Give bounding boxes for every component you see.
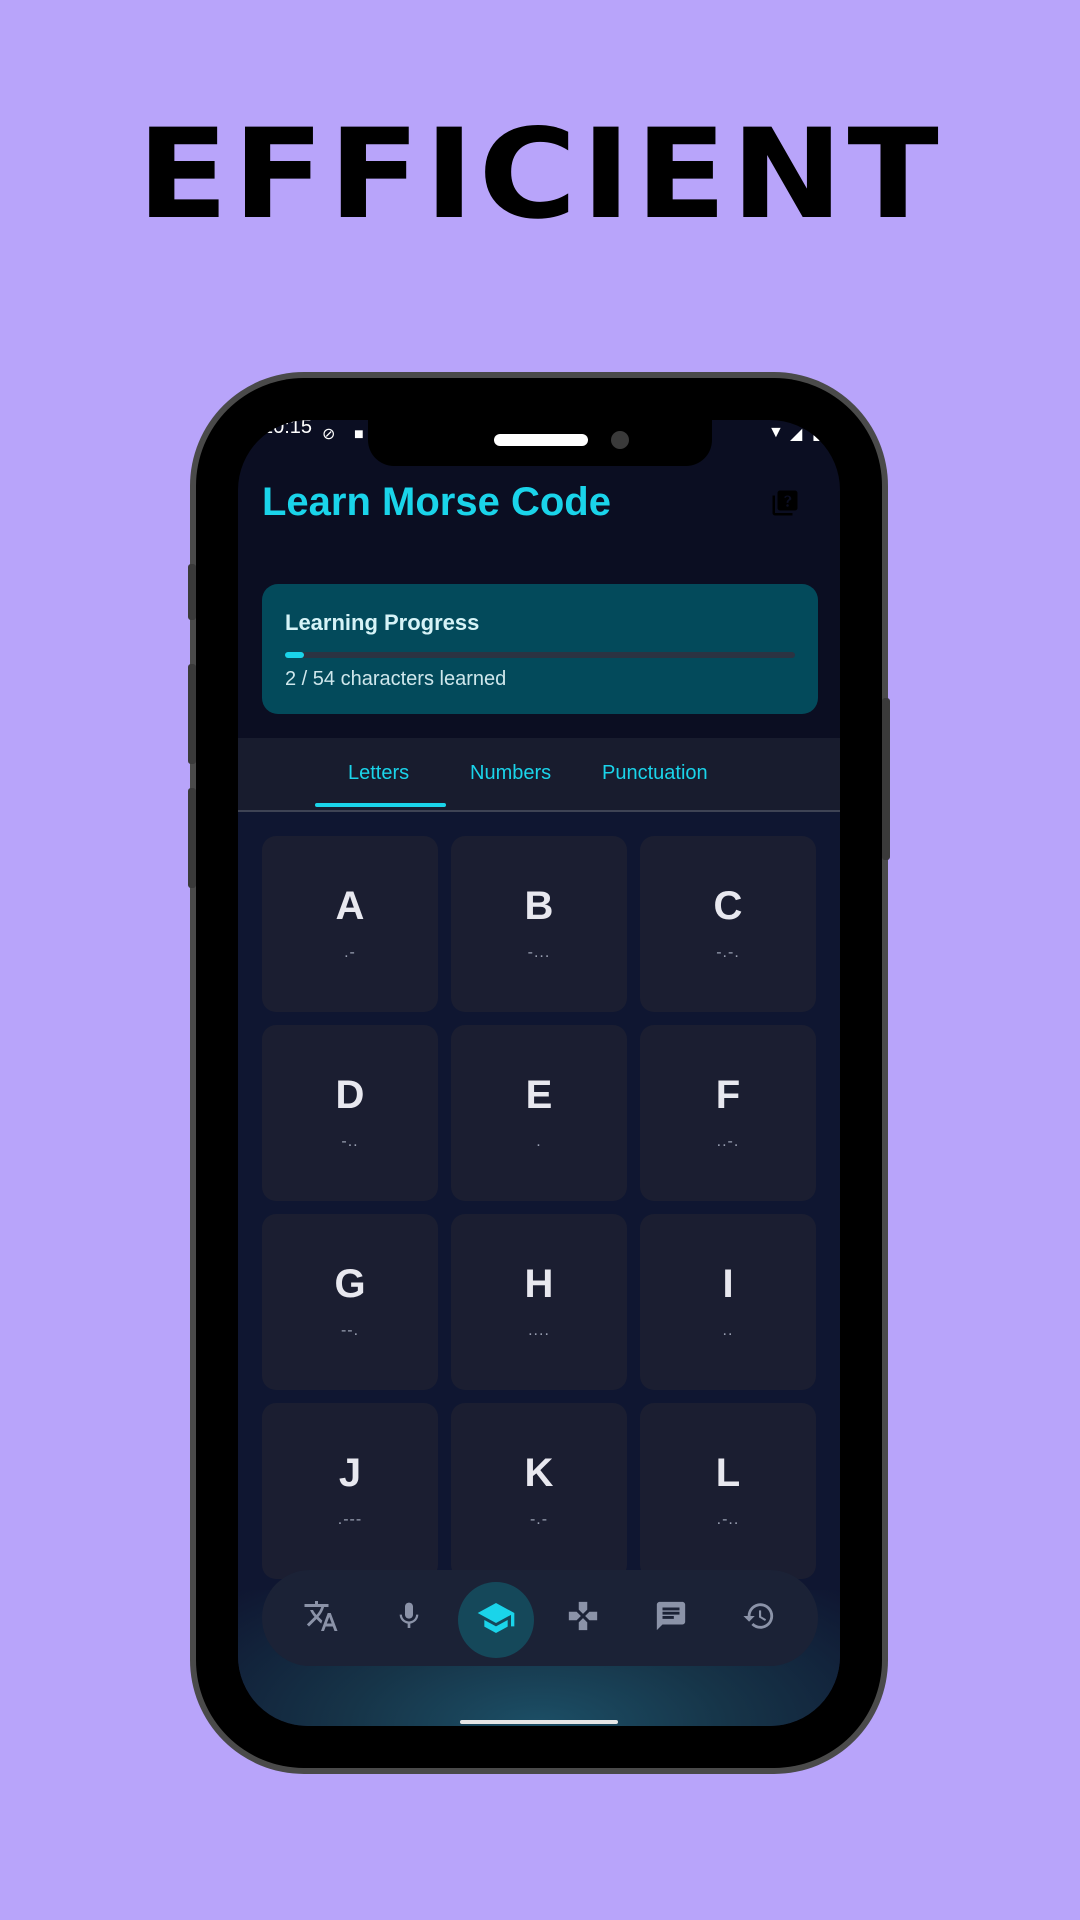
character-card-k[interactable]: K -.- xyxy=(451,1403,627,1579)
character-letter: D xyxy=(335,1073,365,1117)
morse-code: .--- xyxy=(337,1511,363,1528)
tab-punctuation[interactable]: Punctuation xyxy=(602,762,708,785)
phone-screen: 10:15 ⊘ ■ ▼ ◢ ▮ Learn Morse Code Learnin… xyxy=(238,420,840,1726)
progress-bar-fill xyxy=(285,652,304,658)
character-letter: H xyxy=(524,1262,554,1306)
tab-numbers[interactable]: Numbers xyxy=(470,762,551,785)
wifi-icon: ▼ xyxy=(768,424,784,441)
character-card-b[interactable]: B -... xyxy=(451,836,627,1012)
volume-up-button xyxy=(188,664,196,764)
character-card-f[interactable]: F ..-. xyxy=(640,1025,816,1201)
progress-bar xyxy=(285,652,795,658)
morse-code: .- xyxy=(344,944,356,961)
character-card-e[interactable]: E . xyxy=(451,1025,627,1201)
morse-code: . xyxy=(536,1133,542,1150)
morse-code: ..-. xyxy=(716,1133,740,1150)
character-letter: I xyxy=(722,1262,734,1306)
help-book-icon[interactable] xyxy=(770,488,800,518)
morse-code: .. xyxy=(722,1322,734,1339)
morse-code: -... xyxy=(527,944,551,961)
morse-code: --. xyxy=(340,1322,360,1339)
nav-game[interactable] xyxy=(553,1588,613,1648)
bottom-nav xyxy=(262,1570,818,1666)
morse-code: -.. xyxy=(341,1133,359,1150)
morse-code: -.-. xyxy=(716,944,740,961)
chat-icon xyxy=(654,1599,688,1638)
graduation-cap-icon xyxy=(476,1598,516,1643)
character-letter: E xyxy=(525,1073,553,1117)
phone-frame: 10:15 ⊘ ■ ▼ ◢ ▮ Learn Morse Code Learnin… xyxy=(188,378,890,1768)
battery-icon: ▮ xyxy=(812,426,821,443)
nav-learn[interactable] xyxy=(458,1582,534,1658)
character-letter: G xyxy=(334,1262,366,1306)
side-button xyxy=(188,564,196,620)
character-card-d[interactable]: D -.. xyxy=(262,1025,438,1201)
character-letter: L xyxy=(715,1451,741,1495)
morse-code: -.- xyxy=(529,1511,549,1528)
speaker xyxy=(494,434,588,446)
progress-text: 2 / 54 characters learned xyxy=(285,668,507,690)
tab-indicator xyxy=(315,803,446,807)
headline: EFFICIENT xyxy=(136,103,944,247)
morse-code: .-.. xyxy=(716,1511,740,1528)
progress-card: Learning Progress 2 / 54 characters lear… xyxy=(262,584,818,714)
tab-letters[interactable]: Letters xyxy=(348,762,409,785)
notification-icon: ■ xyxy=(354,426,364,443)
home-indicator xyxy=(460,1720,618,1724)
camera xyxy=(611,431,629,449)
gamepad-icon xyxy=(566,1599,600,1638)
character-letter: J xyxy=(338,1451,362,1495)
character-card-i[interactable]: I .. xyxy=(640,1214,816,1390)
character-card-l[interactable]: L .-.. xyxy=(640,1403,816,1579)
character-card-h[interactable]: H .... xyxy=(451,1214,627,1390)
nav-history[interactable] xyxy=(729,1588,789,1648)
app-title: Learn Morse Code xyxy=(262,480,611,524)
character-card-g[interactable]: G --. xyxy=(262,1214,438,1390)
power-button xyxy=(882,698,890,860)
nav-chat[interactable] xyxy=(641,1588,701,1648)
character-letter: B xyxy=(524,884,554,928)
character-letter: K xyxy=(524,1451,554,1495)
volume-down-button xyxy=(188,788,196,888)
status-time: 10:15 xyxy=(262,420,313,438)
history-icon xyxy=(742,1599,776,1638)
microphone-icon xyxy=(393,1600,425,1637)
character-card-c[interactable]: C -.-. xyxy=(640,836,816,1012)
character-letter: C xyxy=(713,884,743,928)
do-not-disturb-icon: ⊘ xyxy=(322,426,336,443)
nav-translate[interactable] xyxy=(291,1588,351,1648)
progress-title: Learning Progress xyxy=(285,610,480,635)
translate-icon xyxy=(303,1598,339,1639)
morse-code: .... xyxy=(528,1322,550,1339)
character-letter: F xyxy=(715,1073,741,1117)
character-card-j[interactable]: J .--- xyxy=(262,1403,438,1579)
signal-icon: ◢ xyxy=(790,426,803,443)
character-card-a[interactable]: A .- xyxy=(262,836,438,1012)
notch xyxy=(368,420,712,466)
character-letter: A xyxy=(335,884,365,928)
category-tabs: Letters Numbers Punctuation xyxy=(238,738,840,812)
nav-voice[interactable] xyxy=(379,1588,439,1648)
